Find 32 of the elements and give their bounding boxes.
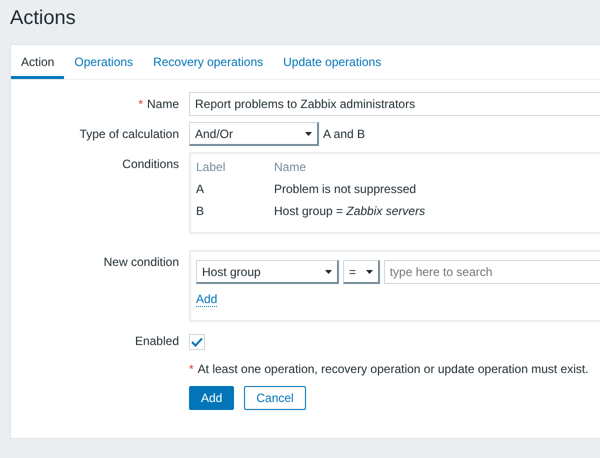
search-input-field[interactable]: type here to search	[384, 260, 600, 284]
caret-icon	[324, 270, 332, 274]
condition-type-dropdown[interactable]: Host group	[196, 260, 339, 284]
caret-icon	[305, 132, 312, 136]
name-input-field[interactable]: Report problems to Zabbix administrators	[189, 92, 600, 116]
column-header: Name	[274, 160, 308, 174]
required-asterisk: *	[189, 362, 194, 376]
condition-name: Host group = Zabbix servers	[274, 204, 426, 218]
field-label: Type of calculation	[78, 126, 179, 141]
condition-name: Problem is not suppressed	[274, 182, 418, 196]
page-title: Actions	[9, 6, 77, 31]
cancel-button[interactable]: Cancel	[244, 386, 306, 410]
required-asterisk: *	[138, 97, 143, 111]
field-label: Name	[146, 97, 179, 111]
field-label: Enabled	[134, 333, 179, 348]
requirement-note: At least one operation, recovery operation or update operation must exist.	[198, 362, 589, 376]
add-button[interactable]: Add	[189, 386, 234, 410]
calculation-dropdown[interactable]: And/Or	[189, 122, 319, 146]
tab[interactable]: Update operations	[273, 45, 392, 79]
enabled-checkbox[interactable]	[189, 334, 205, 350]
field-label: Conditions	[121, 156, 179, 171]
tab[interactable]: Recovery operations	[143, 45, 274, 79]
caret-icon	[366, 270, 373, 274]
field-label: New condition	[102, 254, 179, 269]
operator-dropdown[interactable]: =	[342, 260, 380, 284]
condition-label: A	[196, 182, 206, 196]
add-link[interactable]: Add	[196, 292, 218, 307]
condition-label: B	[196, 204, 206, 218]
tab[interactable]: Action	[11, 45, 64, 79]
column-header: Label	[196, 160, 226, 174]
tab[interactable]: Operations	[64, 45, 144, 79]
formula-text: A and B	[323, 127, 366, 141]
